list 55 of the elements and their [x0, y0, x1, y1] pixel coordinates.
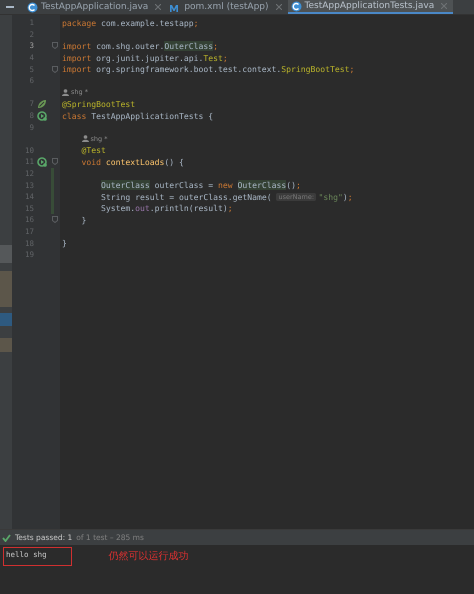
code-token: import	[62, 52, 92, 63]
code-token: void	[82, 156, 102, 167]
code-token: com.shg.outer.	[95, 40, 164, 51]
side-marker	[0, 245, 12, 263]
close-icon	[155, 4, 162, 10]
code-token: new	[218, 180, 234, 190]
code-token: ;	[296, 180, 301, 190]
check-icon	[2, 534, 11, 542]
code-token: ()	[286, 180, 296, 190]
code-token: "shg"	[318, 192, 343, 202]
code-token: import	[62, 40, 92, 51]
code-token: ;	[228, 203, 233, 214]
code-token: ;	[348, 192, 353, 202]
annotation-text: 仍然可以运行成功	[108, 550, 189, 563]
code-token: () {	[164, 156, 184, 167]
side-marker	[0, 313, 12, 326]
code-token: }	[82, 214, 86, 225]
code-token: ;	[222, 52, 228, 63]
side-marker	[0, 271, 12, 307]
editor-tab[interactable]: TestAppApplicationTests.java	[288, 0, 454, 14]
person-icon	[82, 135, 89, 142]
class-icon	[27, 2, 38, 12]
code-token: com.example.testapp	[100, 18, 194, 28]
editor-tab[interactable]: TestAppApplication.java	[24, 0, 168, 14]
side-marker	[0, 338, 12, 352]
code-token: ;	[194, 18, 198, 28]
code-token: OuterClass	[164, 40, 214, 51]
code-token: @Test	[82, 145, 106, 156]
code-token: String result = outerClass.getName(	[101, 192, 273, 202]
code-token: ;	[350, 64, 354, 74]
code-token: outerClass =	[154, 180, 214, 190]
close-icon	[441, 3, 448, 9]
code-token: import	[62, 64, 92, 74]
code-token: )	[342, 192, 348, 202]
code-token: package	[62, 18, 96, 28]
code-token: SpringBootTest	[281, 64, 350, 74]
code-token: class	[62, 110, 86, 121]
minimize-icon	[6, 3, 14, 11]
code-token: }	[62, 238, 67, 248]
code-token: org.springframework.boot.test.context.	[95, 64, 282, 74]
code-token: org.junit.jupiter.api.	[95, 52, 204, 63]
class-icon	[290, 0, 302, 12]
code-token: TestAppApplicationTests {	[90, 110, 214, 121]
code-token: contextLoads	[104, 156, 164, 167]
code-token: @SpringBootTest	[62, 98, 136, 109]
code-token: .println(result)	[150, 203, 228, 214]
person-icon	[62, 88, 69, 96]
code-token: OuterClass	[238, 180, 286, 190]
code-token: out	[135, 203, 150, 214]
code-token: System.	[101, 203, 136, 214]
editor-tab[interactable]: pom.xml (testApp)	[167, 0, 288, 14]
code-token: ;	[213, 40, 218, 51]
code-token: OuterClass	[101, 180, 150, 190]
close-icon	[276, 4, 282, 10]
code-token: Test	[203, 52, 223, 63]
